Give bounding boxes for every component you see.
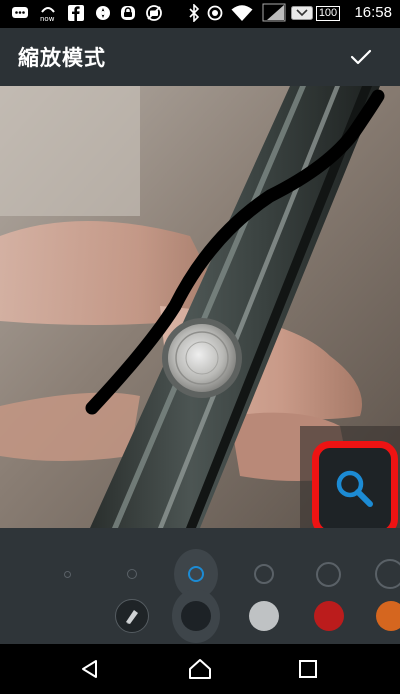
no-camera-icon: [144, 3, 164, 23]
recents-icon: [299, 660, 317, 678]
page-title: 縮放模式: [18, 46, 106, 70]
back-icon: [82, 660, 97, 678]
size-xxl-icon: [375, 559, 400, 589]
brush-size-xl[interactable]: [306, 552, 350, 596]
battery-level: 100: [315, 5, 341, 21]
color-orange[interactable]: [367, 592, 400, 640]
facebook-icon: [66, 3, 86, 23]
color-swatch-2: [314, 601, 344, 631]
home-button[interactable]: [180, 653, 220, 685]
brush-size-s[interactable]: [110, 552, 154, 596]
color-selected-bg: [172, 589, 220, 643]
brush-size-xs[interactable]: [45, 552, 89, 596]
home-icon: [189, 659, 211, 679]
color-swatch-3: [376, 601, 400, 631]
lock-icon: [118, 3, 138, 23]
status-time: 16:58: [354, 4, 392, 21]
check-icon: [350, 49, 372, 65]
color-gray[interactable]: [240, 592, 288, 640]
size-l-icon: [254, 564, 274, 584]
zoom-button[interactable]: [312, 441, 398, 537]
brush-size-l[interactable]: [242, 552, 286, 596]
color-red[interactable]: [305, 592, 353, 640]
magnifier-icon: [336, 470, 373, 507]
sync-icon: [206, 3, 224, 23]
message-icon: [10, 3, 30, 23]
eraser-button[interactable]: [108, 592, 156, 640]
size-s-icon: [127, 569, 137, 579]
recents-button[interactable]: [288, 653, 328, 685]
signal-icon: [262, 3, 288, 23]
size-xs-icon: [63, 570, 71, 578]
signal-expand-icon: [290, 3, 314, 23]
svg-text:now: now: [40, 15, 55, 23]
wifi-icon: [230, 3, 254, 23]
confirm-button[interactable]: [346, 42, 376, 72]
back-button[interactable]: [70, 653, 110, 685]
brush-size-xxl[interactable]: [368, 552, 400, 596]
now-app-icon: now: [38, 3, 58, 23]
color-swatch-0: [181, 601, 211, 631]
color-black[interactable]: [172, 589, 220, 643]
navigation-bar: [0, 644, 400, 694]
bluetooth-icon: [186, 3, 202, 23]
eraser-icon: [115, 599, 149, 633]
size-xl-icon: [315, 561, 341, 587]
size-m-icon: [188, 566, 204, 582]
battery-icon: 100: [314, 3, 342, 23]
color-swatch-1: [249, 601, 279, 631]
gear-icon: [92, 3, 114, 23]
status-bar: now 100 16:58: [0, 0, 400, 28]
toolbar: 縮放模式: [0, 28, 400, 86]
